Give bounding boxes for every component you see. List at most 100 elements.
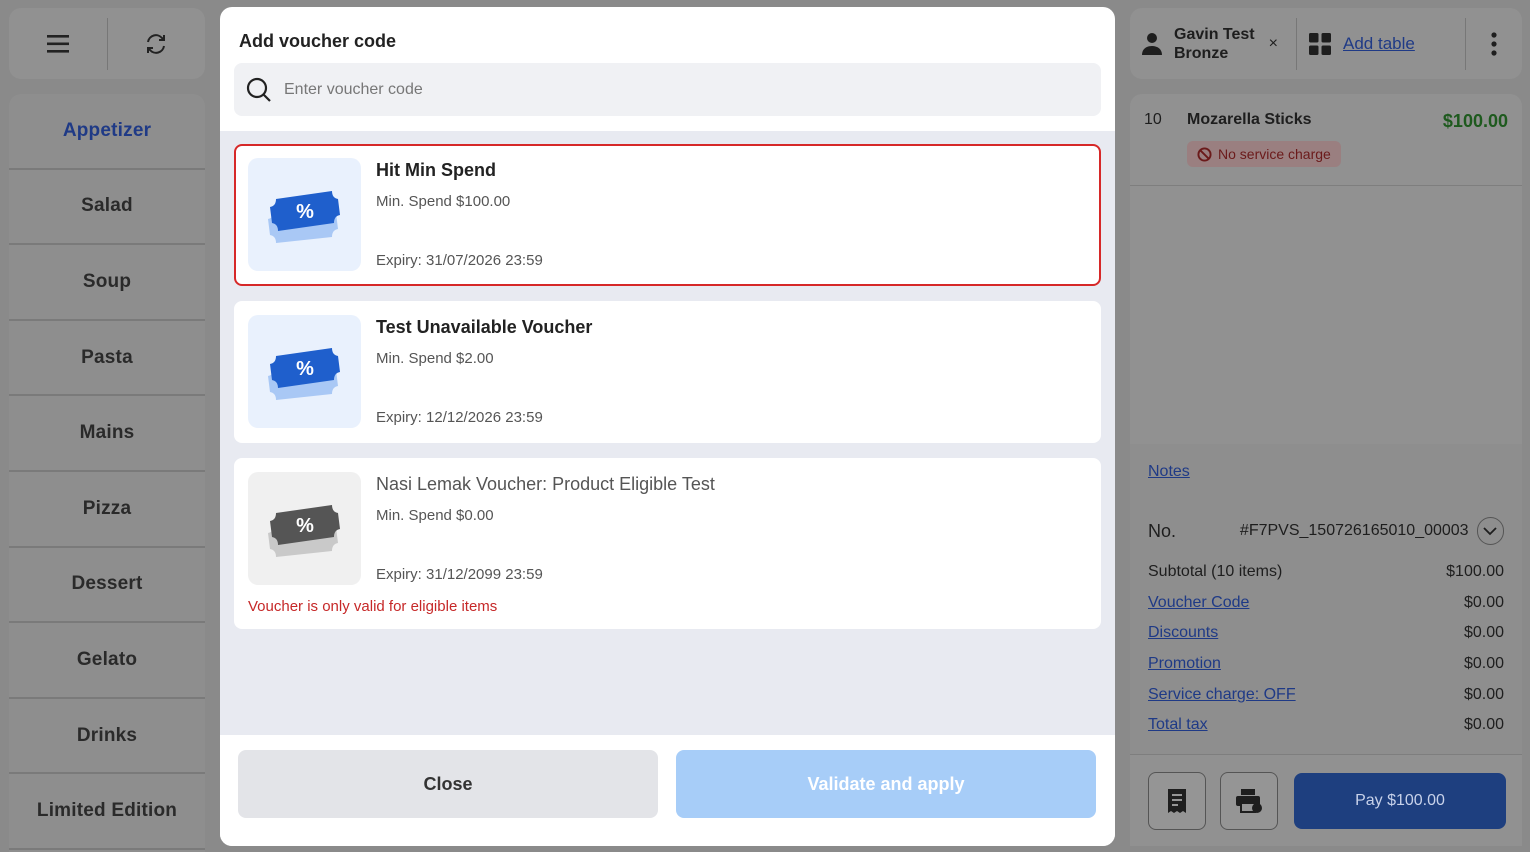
category-soup[interactable]: Soup [9,245,205,321]
svg-text:%: % [296,358,314,380]
grid-icon [1309,32,1331,55]
remove-customer-icon[interactable]: × [1269,35,1278,53]
more-vertical-icon [1491,31,1497,56]
svg-text:%: % [296,515,314,537]
voucher-ticket-icon: % [267,504,340,557]
order-number-row: No. #F7PVS_150726165010_00003 [1148,517,1504,545]
modal-title: Add voucher code [239,31,397,51]
voucher-min-spend: Min. Spend $0.00 [376,507,494,524]
voucher-info: Nasi Lemak Voucher: Product Eligible Tes… [376,472,1087,615]
voucher-min-spend: Min. Spend $100.00 [376,193,511,210]
discounts-value: $0.00 [1463,624,1504,642]
voucher-thumbnail: % [248,158,361,271]
prohibited-icon [1197,146,1212,162]
service-charge-link[interactable]: Service charge: OFF [1148,686,1296,704]
category-list: Appetizer Salad Soup Pasta Mains Pizza D… [9,94,205,852]
service-charge-row: Service charge: OFF $0.00 [1148,679,1504,710]
notes-link[interactable]: Notes [1148,463,1504,481]
voucher-expiry: Expiry: 12/12/2026 23:59 [376,409,543,426]
voucher-title: Hit Min Spend [376,160,496,180]
category-appetizer[interactable]: Appetizer [9,94,205,170]
payment-bar: Pay $100.00 [1130,754,1522,846]
voucher-code-value: $0.00 [1463,593,1504,611]
bill-button[interactable] [1148,771,1206,830]
service-charge-value: $0.00 [1463,685,1504,703]
voucher-info: Test Unavailable Voucher Min. Spend $2.0… [376,315,1087,429]
voucher-code-row: Voucher Code $0.00 [1148,588,1504,619]
order-item-price: $100.00 [1442,111,1508,131]
voucher-error-message: Voucher is only valid for eligible items [248,598,498,615]
customer-info: Gavin Test Bronze [1174,25,1255,63]
voucher-info: Hit Min Spend Min. Spend $100.00 Expiry:… [376,158,1087,272]
category-pasta[interactable]: Pasta [9,321,205,397]
person-icon [1142,32,1162,55]
voucher-min-spend: Min. Spend $2.00 [376,350,494,367]
modal-footer: Close Validate and apply [220,735,1115,846]
subtotal-label: Subtotal (10 items) [1148,563,1283,581]
add-voucher-modal: Add voucher code % Hit Min Spend Min. Sp… [220,7,1115,846]
order-summary: Notes No. #F7PVS_150726165010_00003 Subt… [1130,444,1522,754]
kitchen-print-button[interactable] [1220,771,1278,830]
customer-chip[interactable]: Gavin Test Bronze × [1130,25,1296,63]
voucher-card-hit-min-spend[interactable]: % Hit Min Spend Min. Spend $100.00 Expir… [234,144,1101,286]
voucher-title: Nasi Lemak Voucher: Product Eligible Tes… [376,474,715,494]
promotion-value: $0.00 [1463,655,1504,673]
total-tax-link[interactable]: Total tax [1148,716,1208,734]
category-drinks[interactable]: Drinks [9,699,205,775]
order-item-details: Mozarella Sticks No service charge [1187,111,1443,185]
category-pizza[interactable]: Pizza [9,472,205,548]
receipt-icon [1168,788,1186,813]
order-item-row[interactable]: 10 Mozarella Sticks No service charge $1… [1130,94,1522,186]
order-number-expand-button[interactable] [1476,517,1504,545]
voucher-code-link[interactable]: Voucher Code [1148,594,1249,612]
order-number-label: No. [1148,520,1177,541]
more-options-button[interactable] [1466,31,1522,56]
add-table-button[interactable]: Add table [1297,32,1465,55]
close-button[interactable]: Close [238,750,658,818]
left-toolbar [9,8,205,79]
search-icon [246,77,271,102]
customer-tier: Bronze [1174,44,1229,62]
voucher-card-test-unavailable[interactable]: % Test Unavailable Voucher Min. Spend $2… [234,301,1101,443]
customer-name: Gavin Test [1174,25,1255,43]
order-item-name: Mozarella Sticks [1187,111,1312,128]
chevron-down-icon [1483,526,1497,535]
category-mains[interactable]: Mains [9,396,205,472]
voucher-thumbnail: % [248,315,361,428]
validate-apply-button[interactable]: Validate and apply [676,750,1096,818]
subtotal-row: Subtotal (10 items) $100.00 [1148,557,1504,588]
no-service-charge-badge: No service charge [1187,141,1341,167]
order-item-qty: 10 [1144,111,1162,128]
voucher-list: % Hit Min Spend Min. Spend $100.00 Expir… [220,131,1115,735]
voucher-thumbnail: % [248,472,361,585]
order-items: 10 Mozarella Sticks No service charge $1… [1130,94,1522,444]
order-number-value: #F7PVS_150726165010_00003 [1239,522,1469,539]
category-gelato[interactable]: Gelato [9,623,205,699]
discounts-row: Discounts $0.00 [1148,618,1504,649]
voucher-ticket-icon: % [267,347,340,400]
voucher-card-nasi-lemak[interactable]: % Nasi Lemak Voucher: Product Eligible T… [234,458,1101,629]
no-service-charge-label: No service charge [1218,146,1331,162]
voucher-code-input[interactable] [284,80,1064,99]
category-limited-edition[interactable]: Limited Edition [9,774,205,850]
svg-text:%: % [296,201,314,223]
voucher-expiry: Expiry: 31/07/2026 23:59 [376,252,543,269]
refresh-icon [147,33,166,54]
order-header: Gavin Test Bronze × Add table [1130,8,1522,79]
total-tax-value: $0.00 [1463,716,1504,734]
category-dessert[interactable]: Dessert [9,548,205,624]
promotion-link[interactable]: Promotion [1148,655,1221,673]
total-tax-row: Total tax $0.00 [1148,710,1504,741]
voucher-expiry: Expiry: 31/12/2099 23:59 [376,566,543,583]
discounts-link[interactable]: Discounts [1148,624,1218,642]
subtotal-value: $100.00 [1446,563,1504,581]
add-table-label: Add table [1343,33,1415,53]
pay-button[interactable]: Pay $100.00 [1294,772,1506,829]
promotion-row: Promotion $0.00 [1148,649,1504,680]
voucher-search-box [234,63,1101,116]
voucher-ticket-icon: % [267,190,340,243]
summary-rows: Subtotal (10 items) $100.00 Voucher Code… [1148,557,1504,741]
menu-button[interactable] [9,8,107,79]
refresh-button[interactable] [108,8,206,79]
category-salad[interactable]: Salad [9,170,205,246]
